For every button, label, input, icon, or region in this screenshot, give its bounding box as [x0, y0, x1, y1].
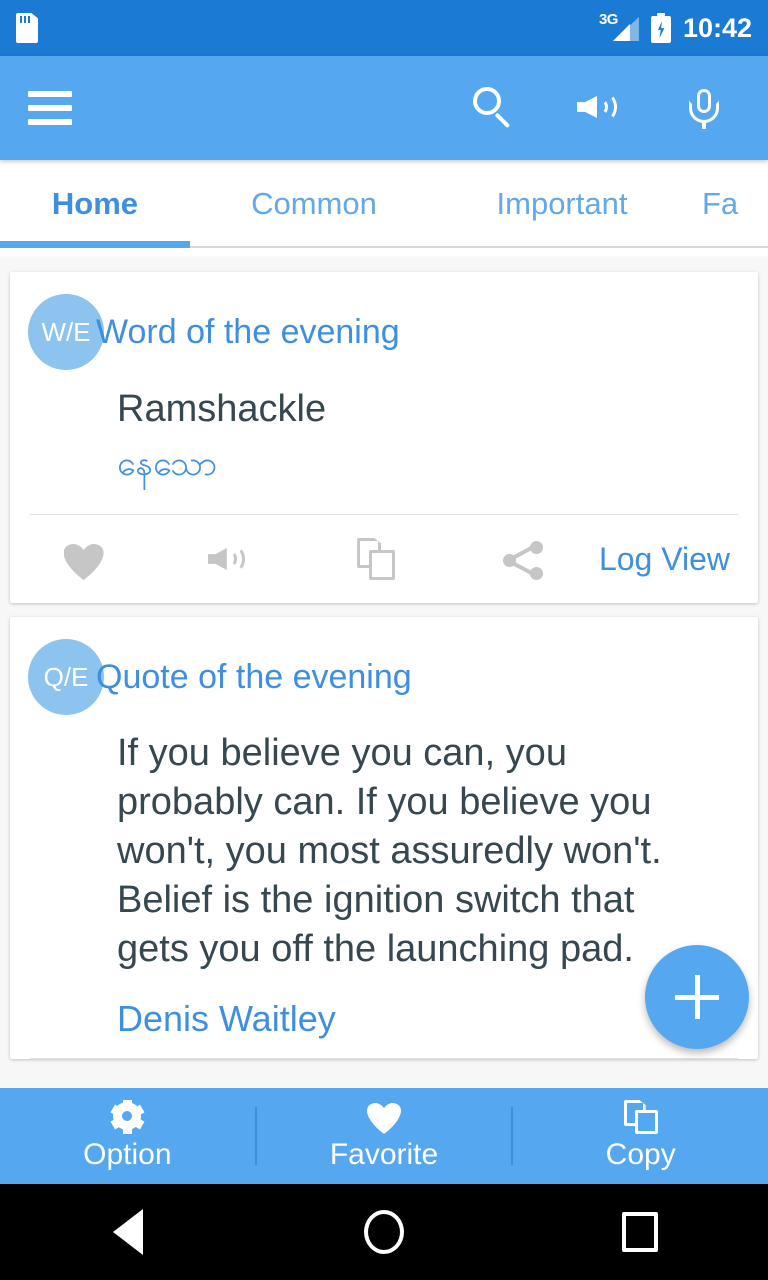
copy-icon[interactable]: [304, 538, 451, 580]
bottom-item-option-label: Option: [83, 1138, 172, 1171]
copy-icon: [623, 1100, 659, 1134]
tab-favorite[interactable]: Fa: [686, 186, 738, 222]
sd-card-icon: [16, 13, 38, 43]
word-card-actions: Log View: [10, 515, 758, 603]
hamburger-menu-icon[interactable]: [28, 91, 72, 125]
tab-list: Home Common Important Fa: [0, 160, 768, 248]
gear-icon: [109, 1100, 145, 1134]
quote-card-header: Q/E Quote of the evening: [10, 617, 758, 715]
app-bar-actions: [470, 85, 726, 131]
status-bar-left: [16, 13, 599, 43]
bottom-item-option[interactable]: Option: [0, 1100, 255, 1172]
quote-card-title: Quote of the evening: [96, 657, 412, 696]
word-translation: နေသော: [117, 444, 218, 484]
word-badge: W/E: [28, 294, 104, 370]
back-icon[interactable]: [68, 1184, 188, 1280]
content-scroll-area[interactable]: W/E Word of the evening Ramshackle နေသော: [0, 258, 768, 1088]
bottom-item-favorite-label: Favorite: [329, 1138, 439, 1171]
heart-icon: [366, 1100, 402, 1134]
bottom-action-bar: Option Favorite Copy: [0, 1088, 768, 1184]
log-view-link[interactable]: Log View: [599, 541, 738, 578]
home-icon[interactable]: [324, 1184, 444, 1280]
bottom-item-copy[interactable]: Copy: [513, 1100, 768, 1172]
word-of-the-evening-card[interactable]: W/E Word of the evening Ramshackle နေသော: [10, 272, 758, 603]
word-card-title: Word of the evening: [96, 312, 400, 351]
volume-icon[interactable]: [576, 85, 620, 131]
signal-icon: 3G: [598, 11, 639, 43]
tab-active-indicator: [0, 241, 190, 248]
quote-card-divider: [30, 1058, 738, 1059]
tab-home[interactable]: Home: [0, 186, 190, 222]
quote-badge: Q/E: [28, 639, 104, 715]
status-bar: 3G 10:42: [0, 0, 768, 56]
network-label: 3G: [598, 11, 619, 28]
word-card-header: W/E Word of the evening: [10, 272, 758, 370]
app-bar: [0, 56, 768, 160]
search-icon[interactable]: [470, 85, 514, 131]
tab-common[interactable]: Common: [190, 186, 438, 222]
word-text: Ramshackle: [117, 388, 327, 430]
tab-bar: Home Common Important Fa: [0, 160, 768, 256]
bottom-item-copy-label: Copy: [605, 1138, 676, 1171]
plus-icon-bar: [675, 995, 719, 1000]
favorite-icon[interactable]: [10, 538, 157, 580]
battery-charging-icon: [650, 13, 671, 43]
add-button[interactable]: [645, 945, 749, 1049]
share-icon[interactable]: [452, 538, 599, 580]
bottom-item-favorite[interactable]: Favorite: [257, 1100, 512, 1172]
android-navigation-bar: [0, 1184, 768, 1280]
tab-important[interactable]: Important: [438, 186, 686, 222]
app-screen: 3G 10:42 Home Common Important Fa W/E Wo…: [0, 0, 768, 1280]
recents-icon[interactable]: [580, 1184, 700, 1280]
status-bar-right: 3G 10:42: [598, 11, 752, 44]
speaker-icon[interactable]: [157, 538, 304, 580]
status-bar-clock: 10:42: [682, 12, 752, 43]
quote-text: If you believe you can, you probably can…: [117, 732, 662, 970]
mic-icon[interactable]: [682, 85, 726, 131]
